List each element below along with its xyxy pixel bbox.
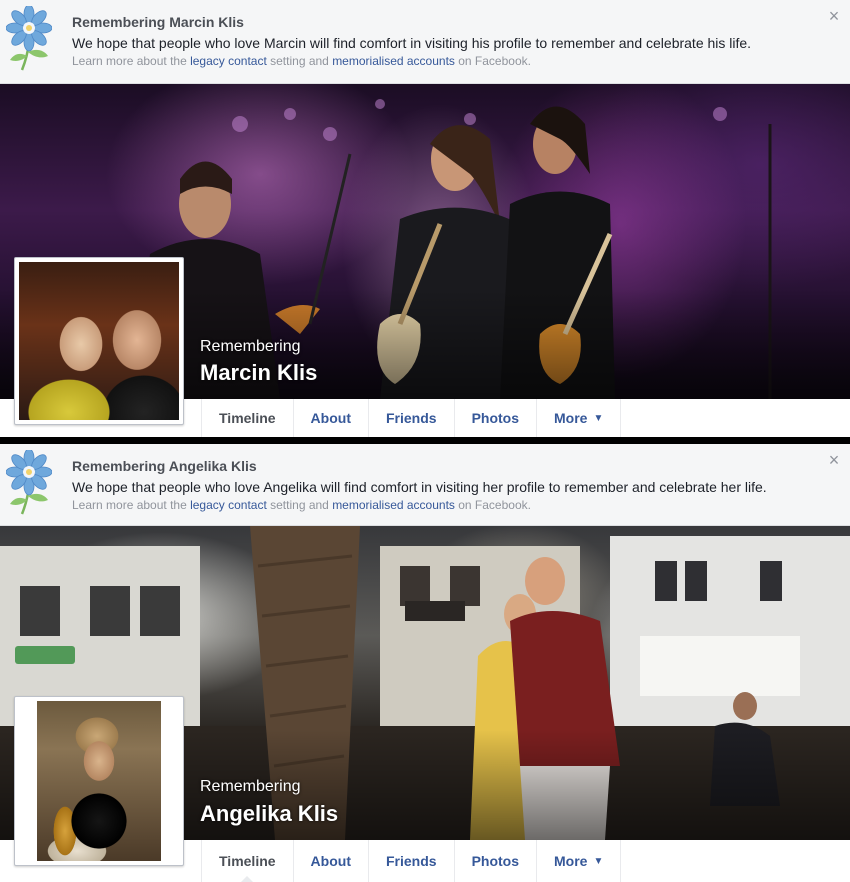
banner-learn-more: Learn more about the legacy contact sett… xyxy=(72,498,531,512)
learn-middle: setting and xyxy=(266,54,333,68)
forget-me-not-flower-icon xyxy=(6,6,52,71)
tab-photos[interactable]: Photos xyxy=(455,840,538,882)
memorial-profile-angelika: Remembering Angelika Klis We hope that p… xyxy=(0,444,850,882)
tab-more-label: More xyxy=(554,853,588,869)
tab-friends[interactable]: Friends xyxy=(369,840,455,882)
tab-about[interactable]: About xyxy=(294,840,369,882)
profile-photo-angelika xyxy=(37,701,161,861)
memorial-banner: Remembering Angelika Klis We hope that p… xyxy=(0,444,850,526)
close-icon[interactable]: × xyxy=(826,7,842,25)
profile-picture[interactable] xyxy=(14,696,184,866)
memorial-banner: Remembering Marcin Klis We hope that peo… xyxy=(0,0,850,84)
tab-friends[interactable]: Friends xyxy=(369,399,455,437)
profile-picture[interactable] xyxy=(14,257,184,425)
learn-prefix: Learn more about the xyxy=(72,498,191,512)
learn-prefix: Learn more about the xyxy=(72,54,191,68)
profile-name[interactable]: Marcin Klis xyxy=(200,360,317,386)
close-icon[interactable]: × xyxy=(826,451,842,469)
profile-photo-angelika-frame xyxy=(19,701,179,861)
tab-more[interactable]: More ▼ xyxy=(537,399,622,437)
memorialised-accounts-link[interactable]: memorialised accounts xyxy=(332,498,455,512)
legacy-contact-link[interactable]: legacy contact xyxy=(190,498,267,512)
profile-name[interactable]: Angelika Klis xyxy=(200,801,338,827)
forget-me-not-flower-icon xyxy=(6,450,52,515)
banner-title: Remembering Angelika Klis xyxy=(72,458,257,474)
caret-down-icon: ▼ xyxy=(593,855,604,867)
learn-suffix: on Facebook. xyxy=(454,498,531,512)
banner-learn-more: Learn more about the legacy contact sett… xyxy=(72,54,531,68)
profile-tabs: Timeline About Friends Photos More ▼ xyxy=(201,840,622,882)
tab-more-label: More xyxy=(554,410,588,426)
memorialised-accounts-link[interactable]: memorialised accounts xyxy=(332,54,455,68)
active-tab-indicator xyxy=(241,876,253,882)
remembering-label: Remembering xyxy=(200,778,301,795)
learn-middle: setting and xyxy=(266,498,333,512)
memorial-profile-marcin: Remembering Marcin Klis We hope that peo… xyxy=(0,0,850,437)
learn-suffix: on Facebook. xyxy=(454,54,531,68)
section-divider xyxy=(0,437,850,444)
remembering-label: Remembering xyxy=(200,338,301,355)
tab-photos[interactable]: Photos xyxy=(455,399,538,437)
banner-message: We hope that people who love Angelika wi… xyxy=(72,479,767,495)
caret-down-icon: ▼ xyxy=(593,412,604,424)
tab-about[interactable]: About xyxy=(294,399,369,437)
legacy-contact-link[interactable]: legacy contact xyxy=(190,54,267,68)
tab-timeline[interactable]: Timeline xyxy=(202,399,294,437)
banner-title: Remembering Marcin Klis xyxy=(72,14,244,30)
tab-more[interactable]: More ▼ xyxy=(537,840,622,882)
banner-message: We hope that people who love Marcin will… xyxy=(72,35,752,51)
profile-photo-marcin xyxy=(19,262,179,420)
profile-tabs: Timeline About Friends Photos More ▼ xyxy=(201,399,622,437)
